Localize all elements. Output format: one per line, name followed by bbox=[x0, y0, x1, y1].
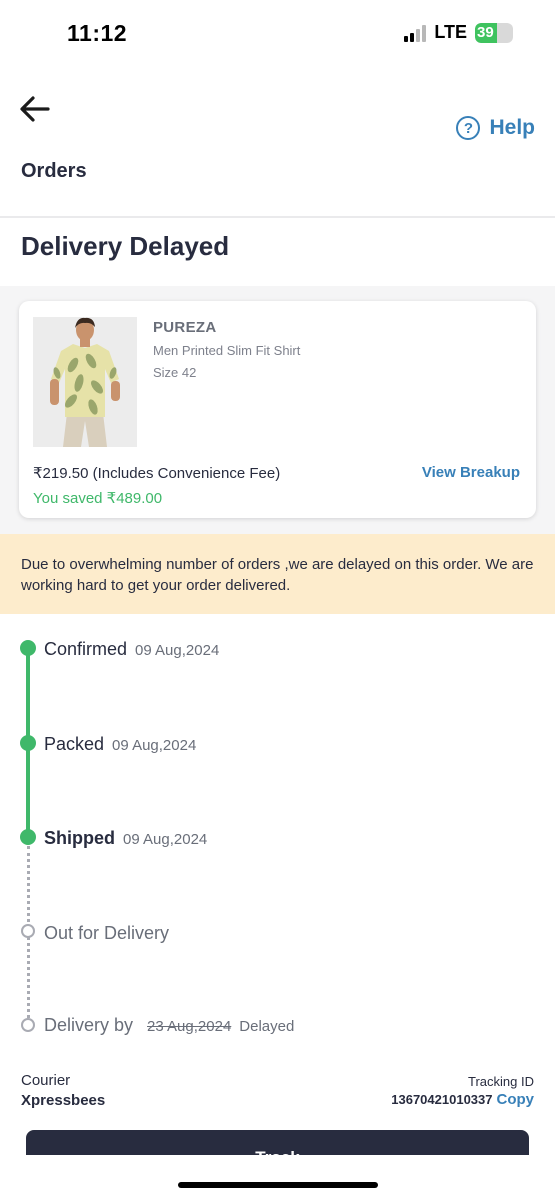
product-section: PUREZA Men Printed Slim Fit Shirt Size 4… bbox=[0, 286, 555, 534]
step-label: Out for Delivery bbox=[44, 923, 170, 943]
signal-icon bbox=[404, 24, 427, 42]
page-header: ? Help Orders bbox=[0, 66, 555, 218]
step-label: Delivery by bbox=[44, 1015, 134, 1035]
timeline-step-out-for-delivery: Out for Delivery bbox=[44, 923, 169, 944]
step-date: 09 Aug,2024 bbox=[123, 831, 208, 848]
tracking-id-value: 13670421010337 bbox=[391, 1092, 493, 1107]
timeline-dot-delivery bbox=[21, 1018, 35, 1032]
step-date: 09 Aug,2024 bbox=[135, 642, 220, 659]
view-breakup-link[interactable]: View Breakup bbox=[422, 464, 520, 481]
timeline-step-shipped: Shipped 09 Aug,2024 bbox=[44, 828, 207, 849]
bottom-button-viewport: Track bbox=[0, 1130, 555, 1155]
timeline-step-confirmed: Confirmed 09 Aug,2024 bbox=[44, 639, 219, 660]
help-label: Help bbox=[489, 116, 535, 139]
timeline-step-delivery: Delivery by 23 Aug,2024 Delayed bbox=[44, 1015, 294, 1036]
order-timeline: Confirmed 09 Aug,2024 Packed 09 Aug,2024 S… bbox=[0, 614, 555, 1054]
battery-icon: 39 bbox=[475, 22, 513, 43]
network-type: LTE bbox=[434, 22, 467, 42]
product-brand: PUREZA bbox=[153, 319, 217, 336]
copy-tracking-button[interactable]: Copy bbox=[497, 1091, 535, 1108]
timeline-dot-out-for-delivery bbox=[21, 924, 35, 938]
step-original-date: 23 Aug,2024 bbox=[147, 1018, 232, 1035]
product-price: ₹219.50 (Includes Convenience Fee) bbox=[33, 465, 281, 482]
home-indicator[interactable] bbox=[178, 1182, 378, 1188]
battery-percent: 39 bbox=[477, 23, 494, 41]
product-size: Size 42 bbox=[153, 365, 197, 380]
step-label: Confirmed bbox=[44, 639, 128, 659]
status-bar: 11:12 LTE 39 bbox=[0, 0, 555, 66]
help-button[interactable]: ? Help bbox=[456, 116, 535, 140]
tracking-id-row: 13670421010337 Copy bbox=[391, 1091, 534, 1108]
delay-notice: Due to overwhelming number of orders ,we… bbox=[0, 534, 555, 614]
courier-label: Courier bbox=[21, 1072, 71, 1089]
savings-text: You saved ₹489.00 bbox=[33, 490, 163, 507]
status-indicators: LTE 39 bbox=[404, 22, 513, 43]
tracking-id-label: Tracking ID bbox=[468, 1074, 534, 1089]
back-button[interactable] bbox=[18, 94, 52, 124]
timeline-dot-shipped bbox=[20, 829, 36, 845]
timeline-dot-confirmed bbox=[20, 640, 36, 656]
step-date: 09 Aug,2024 bbox=[112, 737, 197, 754]
status-time: 11:12 bbox=[67, 20, 128, 46]
step-label: Shipped bbox=[44, 828, 115, 848]
product-card[interactable]: PUREZA Men Printed Slim Fit Shirt Size 4… bbox=[19, 301, 536, 518]
timeline-dot-packed bbox=[20, 735, 36, 751]
back-arrow-icon bbox=[20, 96, 50, 122]
product-description: Men Printed Slim Fit Shirt bbox=[153, 343, 301, 358]
timeline-step-packed: Packed 09 Aug,2024 bbox=[44, 734, 196, 755]
track-button[interactable]: Track bbox=[26, 1130, 529, 1155]
product-image bbox=[33, 317, 137, 447]
question-circle-icon: ? bbox=[456, 116, 481, 140]
step-status: Delayed bbox=[239, 1018, 295, 1035]
page-title: Delivery Delayed bbox=[21, 231, 230, 261]
step-label: Packed bbox=[44, 734, 105, 754]
courier-name: Xpressbees bbox=[21, 1092, 106, 1109]
header-title: Orders bbox=[21, 160, 87, 182]
